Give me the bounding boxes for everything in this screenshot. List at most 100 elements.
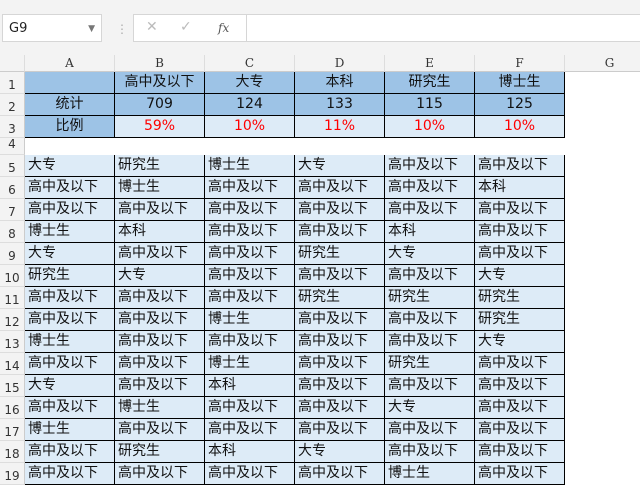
data-cell[interactable]: 研究生 (295, 287, 385, 309)
cancel-icon[interactable]: ✕ (146, 19, 158, 35)
data-cell[interactable]: 高中及以下 (295, 331, 385, 353)
summary-cell[interactable]: 大专 (205, 72, 295, 94)
column-header-D[interactable]: D (295, 55, 385, 72)
data-cell[interactable]: 博士生 (115, 397, 205, 419)
summary-cell[interactable]: 研究生 (385, 72, 475, 94)
summary-cell[interactable]: 高中及以下 (115, 72, 205, 94)
data-cell[interactable]: 高中及以下 (205, 463, 295, 485)
column-header-F[interactable]: F (475, 55, 565, 72)
data-cell[interactable]: 博士生 (25, 221, 115, 243)
data-cell[interactable]: 大专 (115, 265, 205, 287)
summary-cell[interactable]: 10% (475, 116, 565, 138)
row-header-16[interactable]: 16 (0, 397, 25, 419)
data-cell[interactable]: 高中及以下 (115, 331, 205, 353)
data-cell[interactable]: 大专 (385, 243, 475, 265)
data-cell[interactable]: 高中及以下 (475, 221, 565, 243)
summary-cell[interactable]: 10% (205, 116, 295, 138)
data-cell[interactable]: 高中及以下 (115, 419, 205, 441)
data-cell[interactable]: 高中及以下 (205, 265, 295, 287)
data-cell[interactable]: 高中及以下 (475, 397, 565, 419)
row-header-15[interactable]: 15 (0, 375, 25, 397)
data-cell[interactable]: 高中及以下 (205, 221, 295, 243)
data-cell[interactable]: 高中及以下 (385, 331, 475, 353)
name-box[interactable]: G9 ▼ (2, 14, 102, 42)
data-cell[interactable]: 高中及以下 (205, 177, 295, 199)
column-header-B[interactable]: B (115, 55, 205, 72)
data-cell[interactable]: 高中及以下 (25, 353, 115, 375)
data-cell[interactable]: 高中及以下 (115, 353, 205, 375)
data-cell[interactable]: 高中及以下 (25, 199, 115, 221)
data-cell[interactable]: 高中及以下 (475, 463, 565, 485)
data-cell[interactable]: 高中及以下 (115, 287, 205, 309)
row-header-18[interactable]: 18 (0, 441, 25, 463)
data-cell[interactable]: 高中及以下 (475, 199, 565, 221)
data-cell[interactable]: 本科 (205, 441, 295, 463)
column-header-G[interactable]: G (565, 55, 640, 72)
row-header-10[interactable]: 10 (0, 265, 25, 287)
data-cell[interactable]: 高中及以下 (115, 309, 205, 331)
data-cell[interactable]: 高中及以下 (295, 397, 385, 419)
data-cell[interactable]: 高中及以下 (385, 419, 475, 441)
data-cell[interactable]: 大专 (25, 155, 115, 177)
data-cell[interactable]: 高中及以下 (295, 177, 385, 199)
summary-cell[interactable]: 133 (295, 94, 385, 116)
data-cell[interactable]: 博士生 (205, 353, 295, 375)
data-cell[interactable]: 高中及以下 (295, 463, 385, 485)
data-cell[interactable]: 高中及以下 (385, 309, 475, 331)
data-cell[interactable]: 高中及以下 (295, 353, 385, 375)
row-header-9[interactable]: 9 (0, 243, 25, 265)
function-icon[interactable]: fx (218, 21, 229, 35)
row-header-19[interactable]: 19 (0, 463, 25, 485)
summary-cell[interactable]: 125 (475, 94, 565, 116)
data-cell[interactable]: 高中及以下 (295, 375, 385, 397)
data-cell[interactable]: 本科 (115, 221, 205, 243)
column-header-A[interactable]: A (25, 55, 115, 72)
row-header-12[interactable]: 12 (0, 309, 25, 331)
data-cell[interactable]: 高中及以下 (295, 309, 385, 331)
data-cell[interactable]: 高中及以下 (115, 463, 205, 485)
data-cell[interactable]: 高中及以下 (115, 375, 205, 397)
data-cell[interactable]: 研究生 (385, 353, 475, 375)
summary-cell[interactable]: 博士生 (475, 72, 565, 94)
data-cell[interactable]: 研究生 (115, 155, 205, 177)
data-cell[interactable]: 高中及以下 (475, 155, 565, 177)
row-header-4[interactable]: 4 (0, 138, 25, 155)
row-header-11[interactable]: 11 (0, 287, 25, 309)
summary-cell[interactable]: 124 (205, 94, 295, 116)
data-cell[interactable]: 高中及以下 (25, 287, 115, 309)
row-header-2[interactable]: 2 (0, 94, 25, 116)
row-header-14[interactable]: 14 (0, 353, 25, 375)
row-header-13[interactable]: 13 (0, 331, 25, 353)
data-cell[interactable]: 高中及以下 (475, 375, 565, 397)
data-cell[interactable]: 研究生 (295, 243, 385, 265)
data-cell[interactable]: 博士生 (115, 177, 205, 199)
data-cell[interactable]: 高中及以下 (385, 199, 475, 221)
row-header-3[interactable]: 3 (0, 116, 25, 138)
data-cell[interactable]: 高中及以下 (295, 221, 385, 243)
data-cell[interactable]: 大专 (295, 441, 385, 463)
row-header-5[interactable]: 5 (0, 155, 25, 177)
summary-cell[interactable]: 709 (115, 94, 205, 116)
select-all-corner[interactable] (0, 55, 25, 72)
data-cell[interactable]: 大专 (475, 331, 565, 353)
data-cell[interactable]: 高中及以下 (295, 199, 385, 221)
row-header-8[interactable]: 8 (0, 221, 25, 243)
data-cell[interactable]: 高中及以下 (385, 375, 475, 397)
summary-cell[interactable]: 比例 (25, 116, 115, 138)
chevron-down-icon[interactable]: ▼ (88, 15, 95, 43)
data-cell[interactable]: 高中及以下 (385, 177, 475, 199)
data-cell[interactable]: 研究生 (25, 265, 115, 287)
data-cell[interactable]: 高中及以下 (115, 243, 205, 265)
formula-input[interactable] (246, 14, 640, 42)
summary-cell[interactable]: 11% (295, 116, 385, 138)
data-cell[interactable]: 本科 (205, 375, 295, 397)
data-cell[interactable]: 博士生 (25, 331, 115, 353)
data-cell[interactable]: 研究生 (475, 287, 565, 309)
data-cell[interactable]: 高中及以下 (205, 397, 295, 419)
data-cell[interactable]: 高中及以下 (205, 287, 295, 309)
data-cell[interactable]: 高中及以下 (205, 243, 295, 265)
data-cell[interactable]: 大专 (25, 243, 115, 265)
data-cell[interactable]: 高中及以下 (475, 353, 565, 375)
data-cell[interactable]: 本科 (385, 221, 475, 243)
data-cell[interactable]: 高中及以下 (385, 265, 475, 287)
